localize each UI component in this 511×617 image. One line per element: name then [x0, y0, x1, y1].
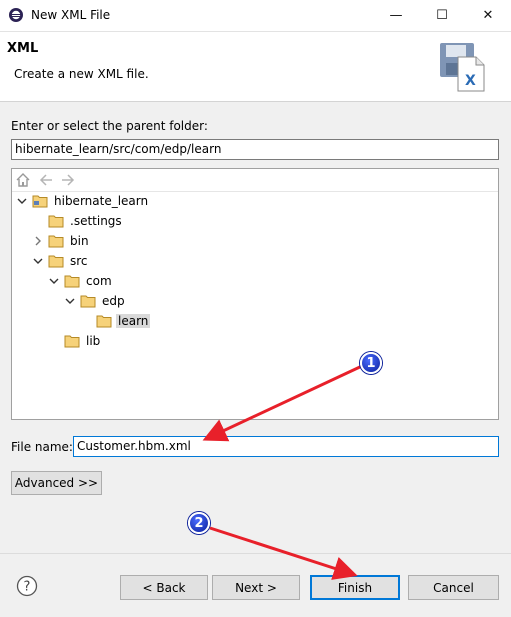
tree-item-lib[interactable]: lib: [64, 332, 102, 350]
forward-arrow-icon[interactable]: [61, 173, 75, 187]
help-icon[interactable]: ?: [16, 575, 38, 597]
wizard-header: XML Create a new XML file. X: [0, 32, 511, 102]
annotation-arrow-2: [209, 526, 358, 580]
help-glyph: ?: [24, 580, 31, 595]
parent-folder-input[interactable]: hibernate_learn/src/com/edp/learn: [11, 139, 499, 160]
tree-item-settings[interactable]: .settings: [48, 212, 124, 230]
finish-button[interactable]: Finish: [310, 575, 400, 600]
back-button[interactable]: < Back: [120, 575, 208, 600]
tree-item-label: com: [86, 274, 112, 288]
tree-item-label: edp: [102, 294, 125, 308]
folder-icon: [64, 275, 80, 288]
footer-divider: [0, 553, 511, 554]
chevron-down-icon[interactable]: [48, 275, 60, 287]
wizard-title: XML: [7, 41, 39, 56]
tree-item-label: lib: [86, 334, 101, 348]
tree-item-label: src: [70, 254, 88, 268]
svg-text:X: X: [465, 73, 476, 89]
annotation-badge-1: 1: [360, 352, 382, 374]
tree-item-edp[interactable]: edp: [64, 292, 127, 310]
tree-item-src[interactable]: src: [32, 252, 90, 270]
tree-item-bin[interactable]: bin: [32, 232, 91, 250]
advanced-button[interactable]: Advanced >>: [11, 471, 102, 495]
back-arrow-icon[interactable]: [39, 173, 53, 187]
folder-icon: [48, 215, 64, 228]
maximize-icon[interactable]: ☐: [419, 0, 465, 31]
tree-item-hibernate-learn[interactable]: hibernate_learn: [16, 192, 150, 210]
next-button[interactable]: Next >: [212, 575, 300, 600]
file-name-label: File name:: [11, 440, 73, 454]
close-icon[interactable]: ✕: [465, 0, 511, 31]
chevron-down-icon[interactable]: [64, 295, 76, 307]
tree-item-label: .settings: [70, 214, 122, 228]
tree-item-learn[interactable]: learn: [96, 312, 151, 330]
folder-icon: [80, 295, 96, 308]
tree-item-label: hibernate_learn: [54, 194, 149, 208]
window-title: New XML File: [31, 8, 111, 22]
folder-icon: [48, 235, 64, 248]
file-name-input[interactable]: Customer.hbm.xml: [73, 436, 499, 457]
chevron-right-icon[interactable]: [32, 235, 44, 247]
cancel-button[interactable]: Cancel: [408, 575, 499, 600]
chevron-down-icon[interactable]: [16, 195, 28, 207]
folder-icon: [64, 335, 80, 348]
tree-item-label: learn: [116, 314, 151, 328]
minimize-icon[interactable]: —: [373, 0, 419, 31]
tree-item-label: bin: [70, 234, 89, 248]
xml-file-wizard-icon: X: [440, 43, 485, 92]
chevron-down-icon[interactable]: [32, 255, 44, 267]
parent-folder-label: Enter or select the parent folder:: [11, 119, 208, 133]
folder-icon: [96, 315, 112, 328]
wizard-description: Create a new XML file.: [14, 67, 149, 81]
tree-item-com[interactable]: com: [48, 272, 114, 290]
annotation-badge-2: 2: [188, 512, 210, 534]
home-icon[interactable]: [16, 173, 30, 187]
folder-icon: [48, 255, 64, 268]
project-folder-icon: [32, 195, 48, 208]
eclipse-app-icon: [9, 8, 23, 22]
